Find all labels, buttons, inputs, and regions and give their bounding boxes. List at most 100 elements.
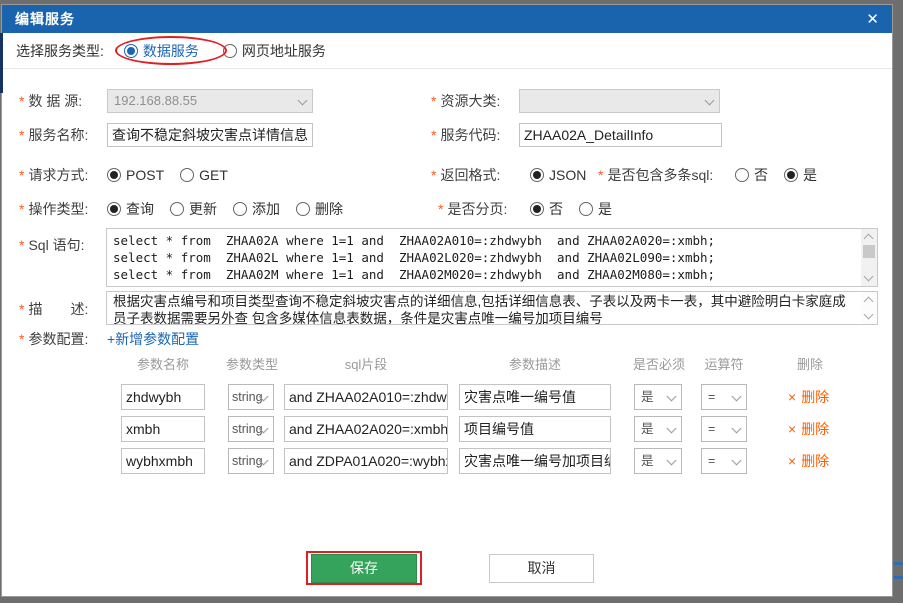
col-header-operator: 运算符: [692, 355, 756, 375]
radio-multisql-no[interactable]: [735, 168, 749, 182]
param-sql-input[interactable]: and ZHAA02A010=:zhdwybh: [284, 384, 448, 410]
param-operator-select[interactable]: =: [701, 416, 747, 442]
required-mark: *: [19, 93, 24, 109]
radio-multisql-yes-label[interactable]: 是: [803, 165, 817, 185]
resource-category-label: *资源大类:: [431, 89, 500, 113]
service-type-label: 选择服务类型:: [16, 41, 104, 61]
param-sql-input[interactable]: and ZDPA01A020=:wybhxmbh: [284, 448, 448, 474]
required-mark: *: [431, 167, 436, 183]
param-config-label: *参数配置:: [19, 327, 88, 351]
description-textarea[interactable]: 根据灾害点编号和项目类型查询不稳定斜坡灾害点的详细信息,包括详细信息表、子表以及…: [106, 291, 878, 325]
delete-param-button[interactable]: ×删除: [788, 448, 829, 474]
add-param-link[interactable]: +新增参数配置: [107, 327, 199, 351]
scrollbar-thumb[interactable]: [863, 245, 875, 258]
pagination-radios: 否 是: [530, 197, 612, 221]
return-format-label: *返回格式:: [431, 163, 500, 187]
description-label: *描 述:: [19, 297, 88, 321]
radio-data-service-label[interactable]: 数据服务: [143, 41, 199, 61]
request-method-label: *请求方式:: [19, 163, 88, 187]
radio-add-label[interactable]: 添加: [252, 199, 280, 219]
radio-paging-yes[interactable]: [579, 202, 593, 216]
multi-sql-radios: 否 是: [735, 163, 817, 187]
radio-post-label[interactable]: POST: [126, 167, 164, 183]
pagination-label: *是否分页:: [438, 197, 507, 221]
service-name-label: *服务名称:: [19, 123, 88, 147]
param-type-select[interactable]: string: [228, 416, 274, 442]
sql-scrollbar[interactable]: [861, 229, 877, 286]
required-mark: *: [19, 201, 24, 217]
radio-multisql-no-label[interactable]: 否: [754, 165, 768, 185]
radio-post[interactable]: [107, 168, 121, 182]
chevron-down-icon: [705, 96, 715, 106]
chevron-down-icon: [667, 456, 677, 466]
delete-param-button[interactable]: ×删除: [788, 384, 829, 410]
return-format-radios: JSON: [530, 163, 586, 187]
radio-update-label[interactable]: 更新: [189, 199, 217, 219]
radio-multisql-yes[interactable]: [784, 168, 798, 182]
param-required-select[interactable]: 是: [634, 416, 682, 442]
col-header-sql-fragment: sql片段: [284, 355, 448, 375]
radio-get[interactable]: [180, 168, 194, 182]
save-button[interactable]: 保存: [311, 554, 417, 583]
sql-label: *Sql 语句:: [19, 233, 84, 257]
dialog-title: 编辑服务: [15, 9, 75, 29]
delete-x-icon: ×: [788, 389, 796, 405]
radio-paging-no-label[interactable]: 否: [549, 199, 563, 219]
radio-data-service[interactable]: [124, 44, 138, 58]
description-text: 根据灾害点编号和项目类型查询不稳定斜坡灾害点的详细信息,包括详细信息表、子表以及…: [107, 292, 877, 325]
scroll-down-icon[interactable]: [864, 310, 874, 320]
radio-get-label[interactable]: GET: [199, 167, 228, 183]
radio-paging-yes-label[interactable]: 是: [598, 199, 612, 219]
radio-paging-no[interactable]: [530, 202, 544, 216]
service-code-label: *服务代码:: [431, 123, 500, 147]
param-required-select[interactable]: 是: [634, 384, 682, 410]
param-name-input[interactable]: wybhxmbh: [121, 448, 205, 474]
radio-query-label[interactable]: 查询: [126, 199, 154, 219]
radio-web-url-service[interactable]: [223, 44, 237, 58]
radio-query[interactable]: [107, 202, 121, 216]
param-desc-input[interactable]: 灾害点唯一编号值: [459, 384, 611, 410]
description-scrollbar[interactable]: [861, 292, 877, 324]
cancel-button[interactable]: 取消: [489, 554, 594, 583]
param-required-select[interactable]: 是: [634, 448, 682, 474]
param-operator-select[interactable]: =: [701, 384, 747, 410]
backdrop-right-dash: [894, 576, 903, 579]
required-mark: *: [19, 167, 24, 183]
radio-add[interactable]: [233, 202, 247, 216]
operation-type-radios: 查询 更新 添加 删除: [107, 197, 343, 221]
param-type-select[interactable]: string: [228, 448, 274, 474]
col-header-param-type: 参数类型: [216, 355, 288, 375]
param-sql-input[interactable]: and ZHAA02A020=:xmbh: [284, 416, 448, 442]
required-mark: *: [431, 127, 436, 143]
radio-update[interactable]: [170, 202, 184, 216]
scroll-down-icon[interactable]: [864, 272, 874, 282]
resource-category-select[interactable]: [519, 89, 720, 113]
required-mark: *: [19, 331, 24, 347]
required-mark: *: [19, 301, 24, 317]
col-header-delete: 删除: [770, 355, 850, 375]
param-name-input[interactable]: xmbh: [121, 416, 205, 442]
col-header-required: 是否必须: [625, 355, 693, 375]
radio-delete[interactable]: [296, 202, 310, 216]
radio-delete-label[interactable]: 删除: [315, 199, 343, 219]
radio-json[interactable]: [530, 168, 544, 182]
request-method-radios: POST GET: [107, 163, 228, 187]
param-desc-input[interactable]: 灾害点唯一编号加项目编号: [459, 448, 611, 474]
param-operator-select[interactable]: =: [701, 448, 747, 474]
scroll-up-icon[interactable]: [864, 297, 874, 307]
chevron-down-icon: [732, 392, 742, 402]
chevron-down-icon: [667, 424, 677, 434]
delete-param-button[interactable]: ×删除: [788, 416, 829, 442]
param-type-select[interactable]: string: [228, 384, 274, 410]
radio-web-url-service-label[interactable]: 网页地址服务: [242, 41, 326, 61]
service-name-input[interactable]: 查询不稳定斜坡灾害点详情信息: [107, 123, 313, 147]
param-name-input[interactable]: zhdwybh: [121, 384, 205, 410]
sql-textarea[interactable]: select * from ZHAA02A where 1=1 and ZHAA…: [106, 228, 878, 287]
backdrop-left-accent: [0, 33, 3, 93]
radio-json-label[interactable]: JSON: [549, 167, 586, 183]
data-source-select[interactable]: 192.168.88.55: [107, 89, 313, 113]
service-code-input[interactable]: ZHAA02A_DetailInfo: [519, 123, 722, 147]
scroll-up-icon[interactable]: [864, 234, 874, 244]
close-icon[interactable]: ✕: [866, 12, 879, 27]
param-desc-input[interactable]: 项目编号值: [459, 416, 611, 442]
